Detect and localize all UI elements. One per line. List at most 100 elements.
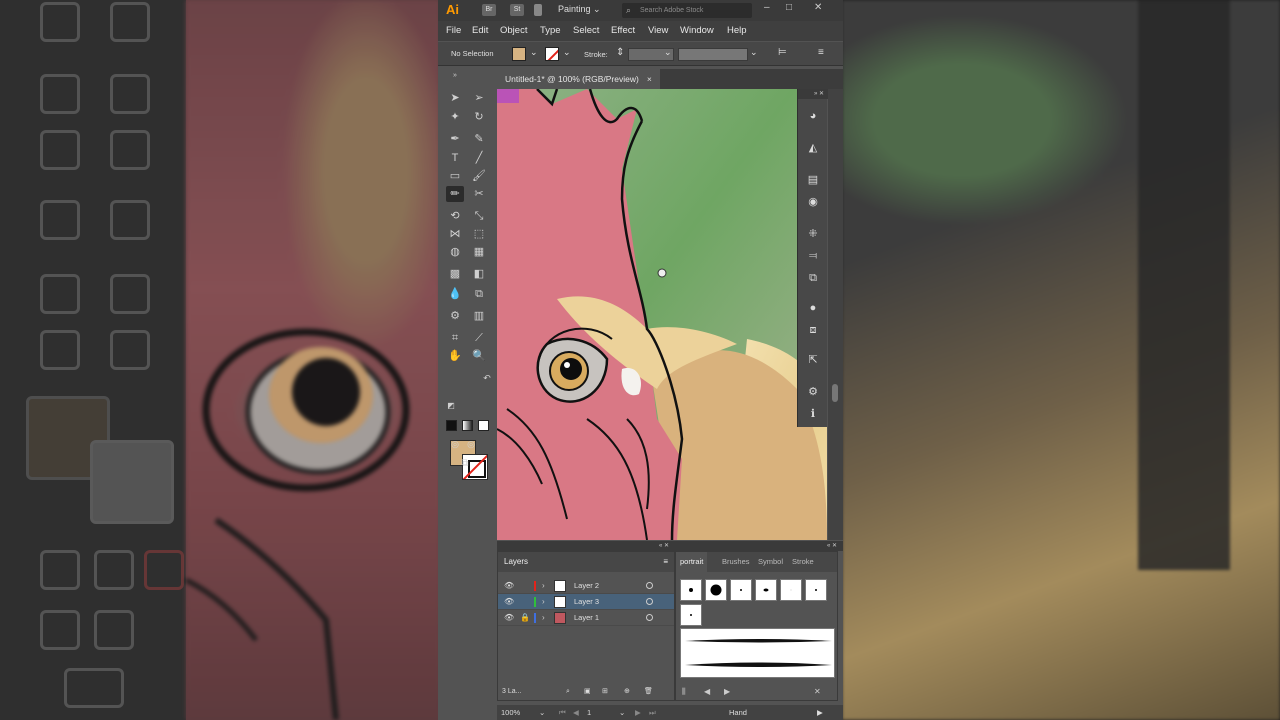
stroke-label[interactable]: Stroke: [584,50,608,59]
document-tab[interactable]: Untitled-1* @ 100% (RGB/Preview) × [497,69,660,89]
brush-swatch[interactable] [805,579,827,601]
stroke-dropdown-icon[interactable]: ⌄ [563,47,571,58]
visibility-eye-icon[interactable]: 👁 [504,578,514,594]
profile-dropdown-icon[interactable]: ⌄ [750,47,758,58]
tab-portrait[interactable]: portrait [676,552,708,572]
brush-swatch[interactable] [730,579,752,601]
color-guide-icon[interactable]: ◕ [806,109,820,123]
zoom-level[interactable]: 100% [501,705,520,720]
next-library-icon[interactable]: ▶ [724,684,730,700]
rectangle-tool-icon[interactable]: ▭ [446,168,464,184]
menu-edit[interactable]: Edit [472,25,488,36]
first-artboard-icon[interactable]: ⏮ [559,705,566,720]
scale-tool-icon[interactable]: ⤡ [470,208,488,224]
export-icon[interactable]: ⇱ [806,353,820,367]
maximize-icon[interactable]: □ [786,2,792,13]
brush-swatch[interactable] [755,579,777,601]
appearance-icon[interactable]: ◉ [806,195,820,209]
workspace-switcher[interactable]: Painting ⌄ [558,4,601,15]
column-graph-tool-icon[interactable]: ▥ [470,308,488,324]
slice-tool-icon[interactable]: ⟋ [470,330,488,346]
menu-effect[interactable]: Effect [611,25,635,36]
layer-row[interactable]: 👁 🔒 › Layer 1 [498,610,674,626]
info-icon[interactable]: ℹ [806,407,820,421]
color-panel-icon[interactable]: ◭ [806,141,820,155]
menu-object[interactable]: Object [500,25,527,36]
swatches-icon[interactable]: ▤ [806,173,820,187]
rotate-tool-icon[interactable]: ⟲ [446,208,464,224]
brush-libraries-icon[interactable]: ⫼ [682,684,686,700]
fill-dropdown-icon[interactable]: ⌄ [530,47,538,58]
art-brush-preview[interactable] [680,628,835,678]
align-icon[interactable]: ⊨ [778,47,787,58]
libraries-icon[interactable]: ⚙ [806,385,820,399]
menu-type[interactable]: Type [540,25,561,36]
fill-swatch[interactable] [512,47,526,61]
layer-row[interactable]: 👁 › Layer 2 [498,578,674,594]
stroke-swatch[interactable] [545,47,559,61]
hand-tool-icon[interactable]: ✋ [446,348,464,364]
width-tool-icon[interactable]: ⋈ [446,226,464,242]
previous-artboard-icon[interactable]: ◀ [573,705,579,720]
layer-name[interactable]: Layer 1 [574,610,599,626]
menu-help[interactable]: Help [727,25,747,36]
previous-library-icon[interactable]: ◀ [704,684,710,700]
brush-panel-header[interactable]: « ✕ [675,541,843,551]
default-fill-stroke-icon[interactable]: ◩ [442,398,460,414]
status-menu-icon[interactable]: ▶ [817,705,823,720]
align-panel-icon[interactable]: ⫤ [806,249,820,263]
bridge-button[interactable]: Br [482,4,496,16]
layers-panel-header[interactable]: « ✕ [497,541,675,551]
pathfinder-icon[interactable]: ⧉ [806,271,820,285]
last-artboard-icon[interactable]: ⏭ [649,705,656,720]
menu-view[interactable]: View [648,25,668,36]
zoom-tool-icon[interactable]: 🔍 [470,348,488,364]
transparency-icon[interactable]: ● [806,301,820,315]
screen-mode-icon[interactable]: ⧉ [456,456,474,472]
adobe-stock-search-input[interactable]: ⌕ Search Adobe Stock [622,3,752,18]
menu-file[interactable]: File [446,25,461,36]
visibility-eye-icon[interactable]: 👁 [504,610,514,626]
gradient-mode-icon[interactable] [462,420,473,431]
artboard-tool-icon[interactable]: ⌗ [446,330,464,346]
paintbrush-tool-icon[interactable]: 🖌 [470,168,488,184]
layer-name[interactable]: Layer 2 [574,578,599,594]
panel-collapse-icon[interactable]: » [446,68,464,84]
close-icon[interactable]: ✕ [814,2,822,13]
selection-tool-icon[interactable]: ➤ [446,90,464,106]
delete-layer-icon[interactable]: 🗑 [644,684,653,700]
close-document-icon[interactable]: × [647,74,652,84]
transform-icon[interactable]: ⁜ [806,227,820,241]
brush-swatch[interactable] [680,579,702,601]
new-layer-icon[interactable]: ⊕ [624,684,630,700]
lasso-tool-icon[interactable]: ↻ [470,109,488,125]
free-transform-tool-icon[interactable]: ⬚ [470,226,488,242]
type-tool-icon[interactable]: T [446,150,464,166]
lock-icon[interactable]: 🔒 [520,610,530,626]
canvas-vertical-scrollbar[interactable] [828,89,843,540]
shape-builder-tool-icon[interactable]: ◍ [446,244,464,260]
layers-tab[interactable]: Layers ≡ [498,552,674,572]
blend-tool-icon[interactable]: ⧉ [470,286,488,302]
eyedropper-tool-icon[interactable]: 💧 [446,286,464,302]
curvature-tool-icon[interactable]: ✎ [470,131,488,147]
scissors-tool-icon[interactable]: ✂ [470,186,488,202]
swap-fill-stroke-icon[interactable]: ↶ [478,370,496,386]
magic-wand-tool-icon[interactable]: ✦ [446,109,464,125]
variable-width-profile[interactable] [678,48,748,61]
graphic-styles-icon[interactable]: ⧈ [806,323,820,337]
scrollbar-thumb[interactable] [832,384,838,402]
artboard-dropdown-icon[interactable]: ⌄ [619,705,625,720]
tab-stroke[interactable]: Stroke [788,552,818,572]
menu-window[interactable]: Window [680,25,714,36]
color-mode-icon[interactable] [446,420,457,431]
expand-arrow-icon[interactable]: › [542,594,545,610]
none-mode-icon[interactable] [478,420,489,431]
layer-target-icon[interactable] [646,614,653,621]
layers-menu-icon[interactable]: ≡ [663,552,668,572]
minimize-icon[interactable]: – [764,2,770,13]
pencil-tool-icon[interactable]: ✏ [446,186,464,202]
stroke-weight-dropdown-icon[interactable]: ⌄ [664,47,672,58]
layer-row[interactable]: 👁 › Layer 3 [498,594,674,610]
zoom-dropdown-icon[interactable]: ⌄ [539,705,545,720]
